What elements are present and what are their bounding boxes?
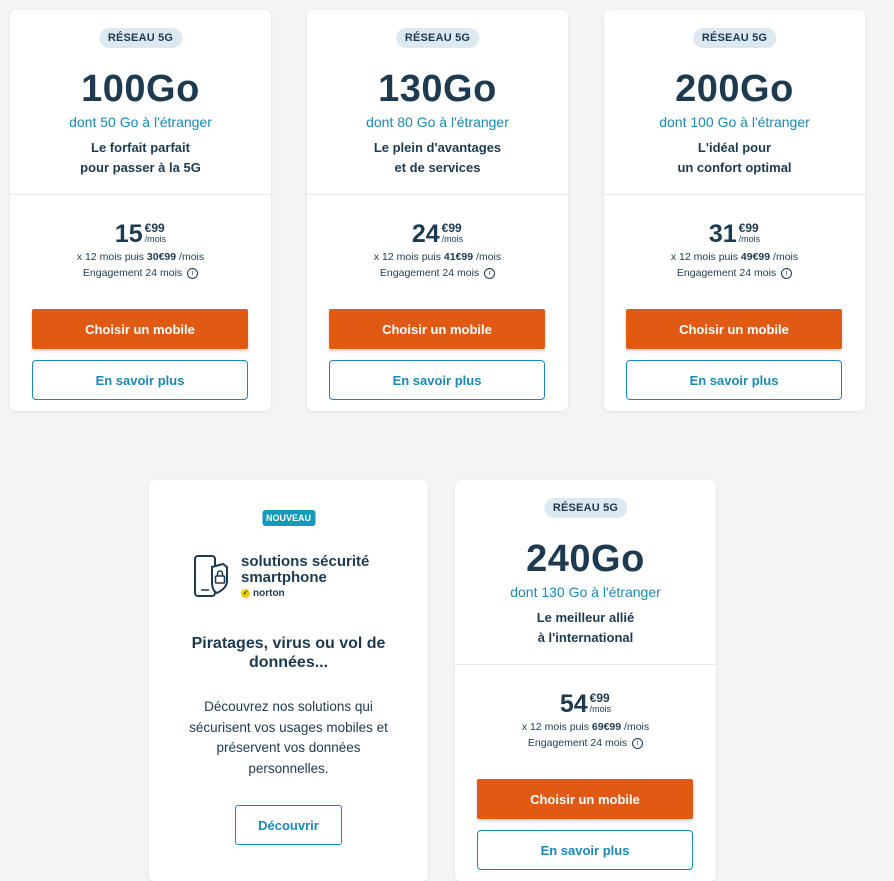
after-price: 41€99 [443,251,474,263]
new-badge: NOUVEAU [261,510,316,526]
price: 31 €99 /mois [604,220,865,250]
price-after-promo: x 12 mois puis 49€99 /mois [604,251,865,263]
choose-mobile-button[interactable]: Choisir un mobile [477,779,693,819]
price: 15 €99 /mois [10,220,271,250]
engagement: Engagement 24 mois i [10,267,271,279]
plan-card-header: RÉSEAU 5G 240Go dont 130 Go à l'étranger… [455,480,716,665]
discover-button[interactable]: Découvrir [235,805,342,845]
phone-lock-icon [194,555,228,597]
tagline-line-2: et de services [394,160,481,175]
tagline-line-2: pour passer à la 5G [80,160,201,175]
data-amount: 200Go [675,68,794,110]
price-after-promo: x 12 mois puis 30€99 /mois [10,251,271,263]
data-amount: 240Go [526,538,645,580]
abroad-data: dont 130 Go à l'étranger [510,584,661,600]
engagement: Engagement 24 mois i [307,267,568,279]
after-price: 49€99 [740,251,771,263]
plan-card-header: RÉSEAU 5G 100Go dont 50 Go à l'étranger … [10,10,271,195]
learn-more-button[interactable]: En savoir plus [626,360,842,400]
price-euros: 24 [411,220,440,248]
price-per-month: /mois [589,704,612,714]
after-price: 30€99 [146,251,177,263]
plan-card-header: RÉSEAU 5G 200Go dont 100 Go à l'étranger… [604,10,865,195]
engagement: Engagement 24 mois i [604,267,865,279]
engagement-label: Engagement 24 mois [527,737,628,749]
abroad-data: dont 100 Go à l'étranger [659,114,810,130]
price-euros: 15 [114,220,143,248]
tagline-line-1: Le meilleur allié [536,610,635,625]
after-suffix: /mois [476,251,502,263]
price: 24 €99 /mois [307,220,568,250]
network-badge: RÉSEAU 5G [395,28,480,48]
after-prefix: x 12 mois puis [373,251,441,263]
price-per-month: /mois [441,234,464,244]
logo-line-2: smartphone [241,569,327,586]
network-badge: RÉSEAU 5G [98,28,183,48]
norton-logo: solutions sécurité smartphone ✓ norton [193,552,393,604]
norton-check-icon: ✓ [241,589,250,598]
info-icon[interactable]: i [187,267,199,279]
network-badge: RÉSEAU 5G [692,28,777,48]
price-cents: €99 [738,221,759,235]
price-after-promo: x 12 mois puis 41€99 /mois [307,251,568,263]
after-suffix: /mois [624,721,650,733]
tagline-line-1: L'idéal pour [697,140,772,155]
plan-tagline: Le forfait parfait pour passer à la 5G [10,138,271,178]
plan-card-200go: RÉSEAU 5G 200Go dont 100 Go à l'étranger… [604,10,865,411]
engagement: Engagement 24 mois i [455,737,716,749]
price-after-promo: x 12 mois puis 69€99 /mois [455,721,716,733]
info-icon[interactable]: i [632,737,644,749]
after-price: 69€99 [591,721,622,733]
tagline-line-1: Le forfait parfait [91,140,190,155]
norton-brand-label: norton [253,588,285,599]
promo-text: Découvrez nos solutions qui sécurisent v… [189,699,388,776]
price-cents: €99 [589,691,610,705]
price-cents: €99 [441,221,462,235]
price-euros: 54 [559,690,588,718]
tagline-line-2: un confort optimal [677,160,792,175]
price: 54 €99 /mois [455,690,716,720]
plan-card-100go: RÉSEAU 5G 100Go dont 50 Go à l'étranger … [10,10,271,411]
choose-mobile-button[interactable]: Choisir un mobile [626,309,842,349]
data-amount: 100Go [81,68,200,110]
price-per-month: /mois [738,234,761,244]
norton-brand: ✓ norton [241,588,285,599]
logo-title: solutions sécurité smartphone [241,554,369,586]
plan-card-240go: RÉSEAU 5G 240Go dont 130 Go à l'étranger… [455,480,716,881]
data-amount: 130Go [378,68,497,110]
after-prefix: x 12 mois puis [670,251,738,263]
price-per-month: /mois [144,234,167,244]
plan-card-header: RÉSEAU 5G 130Go dont 80 Go à l'étranger … [307,10,568,195]
network-badge: RÉSEAU 5G [543,498,628,518]
after-suffix: /mois [773,251,799,263]
engagement-label: Engagement 24 mois [82,267,183,279]
tagline-line-2: à l'international [537,630,634,645]
learn-more-button[interactable]: En savoir plus [477,830,693,870]
abroad-data: dont 80 Go à l'étranger [366,114,509,130]
choose-mobile-button[interactable]: Choisir un mobile [329,309,545,349]
price-euros: 31 [708,220,737,248]
plan-tagline: L'idéal pour un confort optimal [604,138,865,178]
logo-line-1: solutions sécurité [241,553,370,570]
promo-title: Piratages, virus ou vol de données... [191,635,386,671]
price-cents: €99 [144,221,165,235]
choose-mobile-button[interactable]: Choisir un mobile [32,309,248,349]
after-prefix: x 12 mois puis [521,721,589,733]
learn-more-button[interactable]: En savoir plus [329,360,545,400]
engagement-label: Engagement 24 mois [379,267,480,279]
after-prefix: x 12 mois puis [76,251,144,263]
tagline-line-1: Le plein d'avantages [373,140,502,155]
abroad-data: dont 50 Go à l'étranger [69,114,212,130]
plan-tagline: Le meilleur allié à l'international [455,608,716,648]
info-icon[interactable]: i [781,267,793,279]
plan-card-130go: RÉSEAU 5G 130Go dont 80 Go à l'étranger … [307,10,568,411]
info-icon[interactable]: i [484,267,496,279]
norton-promo-card: NOUVEAU solutions sécurité smartphone ✓ … [149,480,428,881]
after-suffix: /mois [179,251,205,263]
engagement-label: Engagement 24 mois [676,267,777,279]
plan-tagline: Le plein d'avantages et de services [307,138,568,178]
learn-more-button[interactable]: En savoir plus [32,360,248,400]
